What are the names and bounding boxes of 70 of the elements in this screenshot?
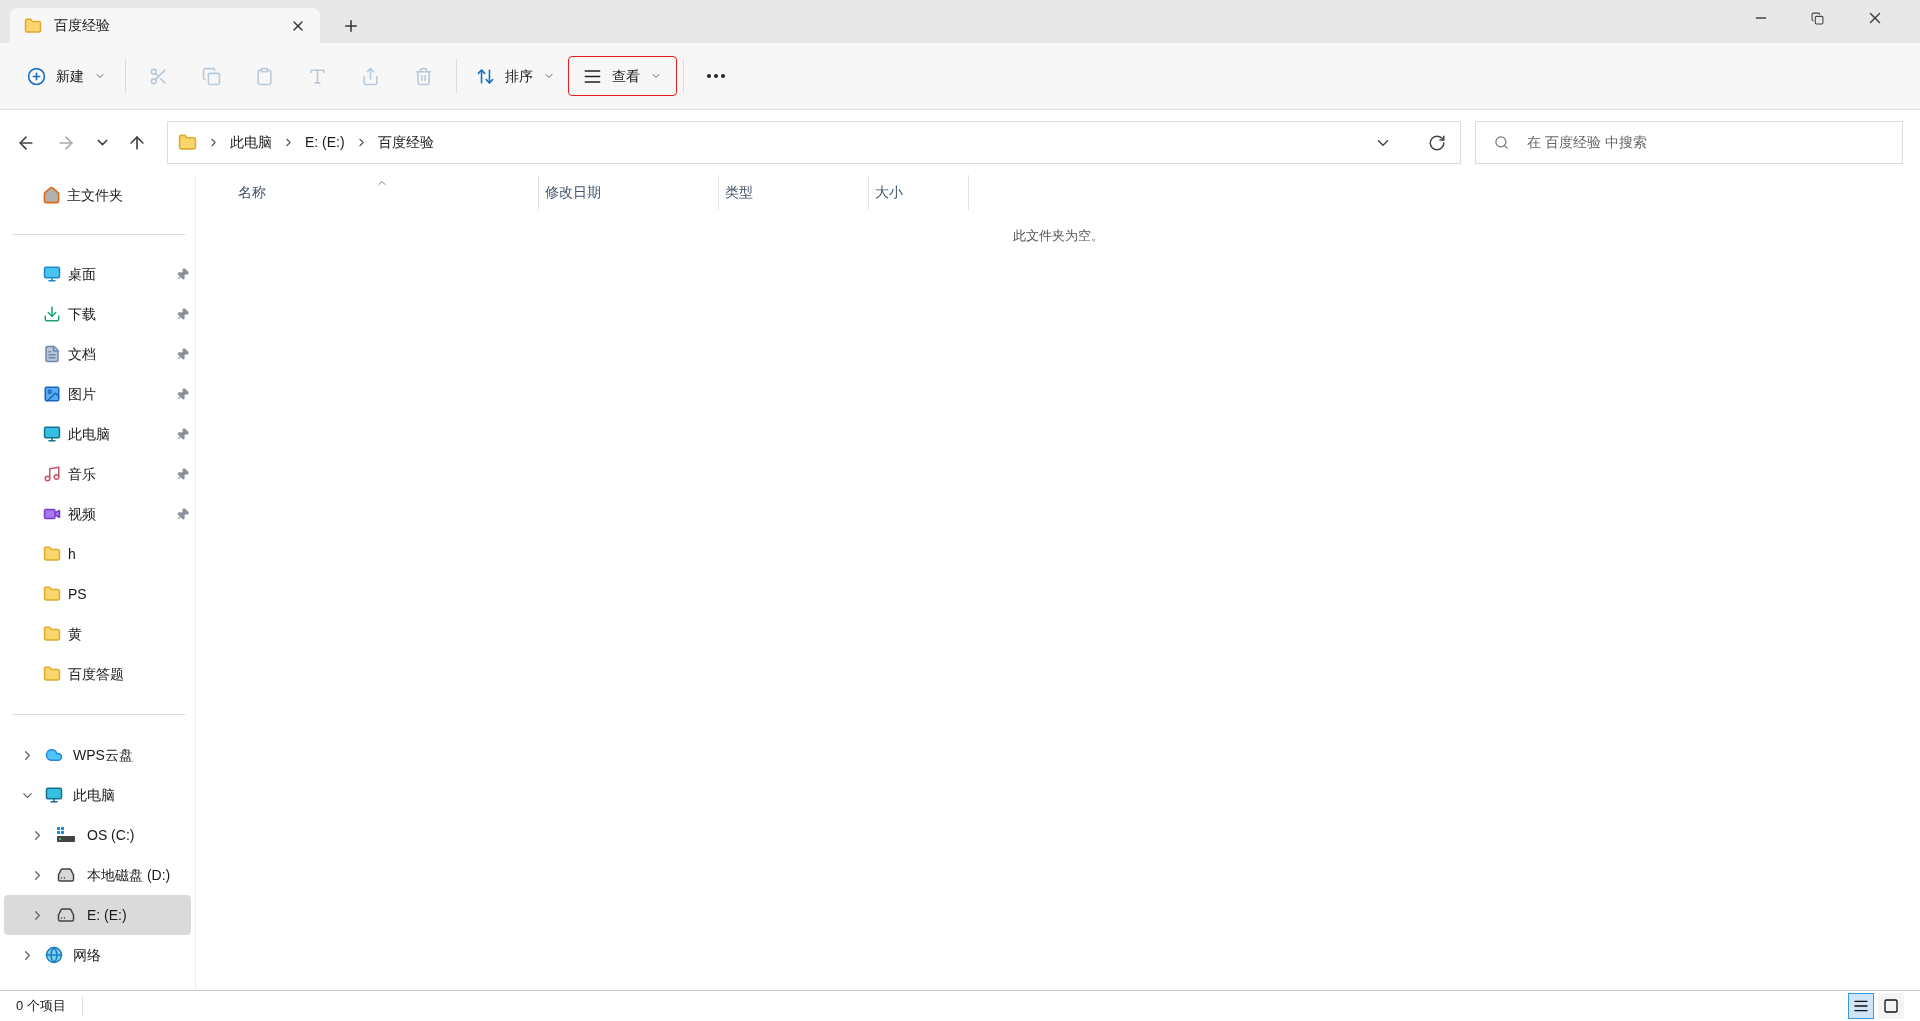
copy-icon — [202, 66, 221, 86]
breadcrumb[interactable]: E: (E:) — [305, 132, 345, 153]
column-header[interactable]: 类型 — [719, 175, 869, 210]
lines-icon — [1853, 998, 1869, 1014]
system-drive-icon — [57, 827, 75, 843]
plus-circle-icon — [27, 66, 46, 86]
column-header[interactable]: 修改日期 — [539, 175, 719, 210]
square-icon — [1883, 998, 1899, 1014]
network-icon — [45, 946, 63, 964]
address-bar[interactable]: 此电脑 E: (E:) 百度经验 — [167, 121, 1461, 164]
folder-icon — [178, 133, 197, 152]
tree-item[interactable]: 本地磁盘 (D:) — [4, 855, 191, 895]
tiles-view-button[interactable] — [1878, 993, 1904, 1019]
folder-icon — [43, 625, 61, 643]
drive-icon — [57, 906, 75, 924]
search-field[interactable]: 在 百度经验 中搜索 — [1475, 121, 1903, 164]
sidebar-item[interactable]: 视频 — [0, 494, 195, 534]
sidebar-item[interactable]: 百度答题 — [0, 654, 195, 694]
picture-icon — [43, 385, 61, 403]
breadcrumb[interactable]: 此电脑 — [230, 132, 272, 153]
sidebar-item[interactable]: 文档 — [0, 334, 195, 374]
sort-arrows-icon — [476, 66, 495, 86]
search-icon — [1494, 135, 1509, 150]
tree-item[interactable]: 此电脑 — [4, 775, 191, 815]
sidebar-item[interactable]: 音乐 — [0, 454, 195, 494]
sidebar-item[interactable]: 图片 — [0, 374, 195, 414]
column-header[interactable]: 大小 — [869, 175, 969, 210]
download-icon — [43, 305, 61, 323]
tree-item[interactable]: 网络 — [4, 935, 191, 975]
tree-item[interactable]: E: (E:) — [4, 895, 191, 935]
empty-folder-message: 此文件夹为空。 — [1012, 227, 1104, 245]
music-icon — [43, 465, 61, 483]
sidebar-item[interactable]: 黄 — [0, 614, 195, 654]
sidebar-item[interactable]: 此电脑 — [0, 414, 195, 454]
sidebar-item[interactable]: 桌面 — [0, 254, 195, 294]
view-button[interactable]: 查看 — [568, 56, 677, 96]
tab[interactable]: 百度经验 — [10, 8, 320, 43]
scissors-icon — [149, 66, 168, 86]
folder-icon — [24, 16, 42, 35]
sidebar-item[interactable]: 下载 — [0, 294, 195, 334]
folder-icon — [43, 665, 61, 683]
monitor-icon — [45, 786, 63, 804]
more-icon — [707, 74, 725, 78]
share-icon — [361, 66, 380, 86]
sort-button[interactable]: 排序 — [463, 56, 568, 96]
tree-item[interactable]: WPS云盘 — [4, 735, 191, 775]
clipboard-icon — [255, 66, 274, 86]
column-header[interactable]: 名称 — [232, 175, 539, 210]
sidebar-item[interactable]: h — [0, 534, 195, 574]
item-count: 0 个项目 — [16, 996, 83, 1016]
sidebar-item[interactable]: PS — [0, 574, 195, 614]
document-icon — [43, 345, 61, 363]
drive-icon — [57, 866, 75, 884]
sidebar-item[interactable]: 主文件夹 — [0, 175, 195, 215]
text-icon — [308, 66, 327, 86]
trash-icon — [414, 66, 433, 86]
new-button[interactable]: 新建 — [14, 56, 119, 96]
folder-icon — [43, 545, 61, 563]
tree-item[interactable]: OS (C:) — [4, 815, 191, 855]
folder-icon — [43, 585, 61, 603]
breadcrumb[interactable]: 百度经验 — [377, 132, 434, 153]
desktop-icon — [43, 265, 61, 283]
tab-title: 百度经验 — [54, 16, 111, 35]
new-tab-icon[interactable] — [342, 17, 360, 35]
home-icon — [42, 185, 61, 205]
restore-icon[interactable] — [1811, 11, 1824, 25]
cloud-icon — [45, 746, 63, 764]
monitor-icon — [43, 425, 61, 443]
details-view-button[interactable] — [1848, 993, 1874, 1019]
refresh-icon[interactable] — [1428, 133, 1446, 152]
